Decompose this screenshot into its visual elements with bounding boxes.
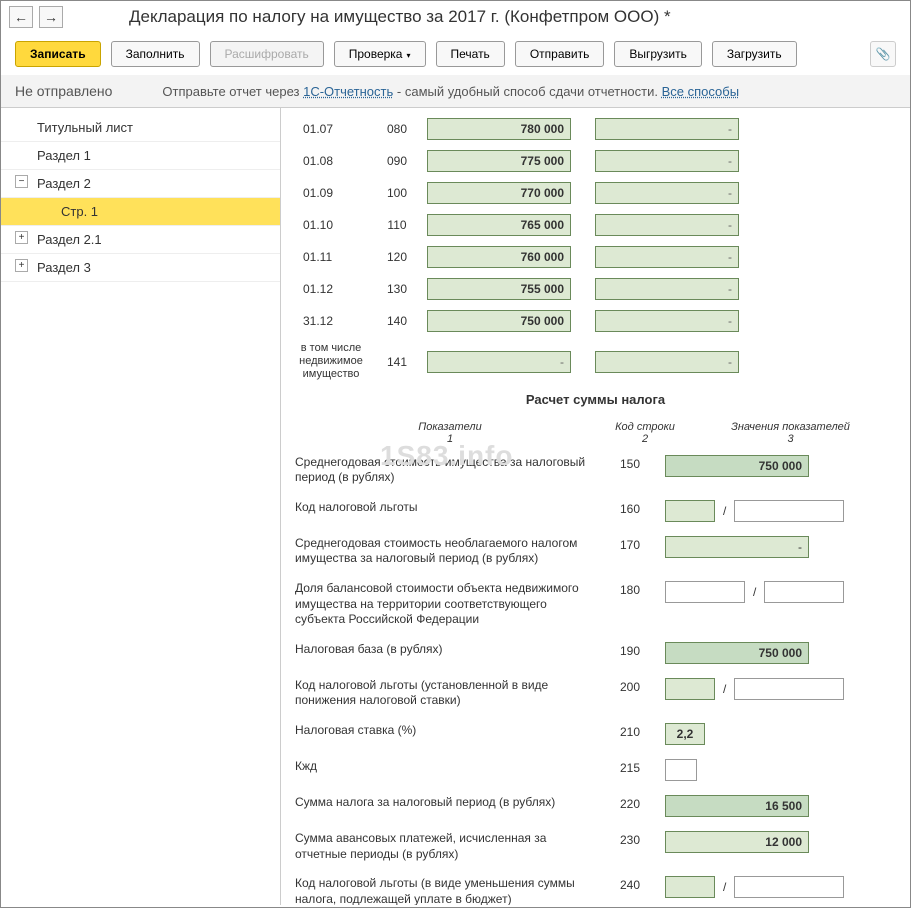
export-button[interactable]: Выгрузить <box>614 41 702 67</box>
label-141: в том числе недвижимое имущество <box>295 342 367 382</box>
field-150[interactable]: 750 000 <box>665 455 809 477</box>
row-160: Код налоговой льготы160/ <box>295 500 896 522</box>
val-140[interactable]: 750 000 <box>427 310 571 332</box>
status-hint: Отправьте отчет через 1С-Отчетность - са… <box>162 84 739 99</box>
column-headers: Показатели 1 Код строки 2 Значения показ… <box>295 421 896 445</box>
field-200a[interactable] <box>665 678 715 700</box>
field-190[interactable]: 750 000 <box>665 642 809 664</box>
section-heading: Расчет суммы налога <box>295 392 896 407</box>
field-180a[interactable] <box>665 581 745 603</box>
print-button[interactable]: Печать <box>436 41 505 67</box>
field-180b[interactable] <box>764 581 844 603</box>
val2-140[interactable] <box>595 310 739 332</box>
field-220[interactable]: 16 500 <box>665 795 809 817</box>
tree-section-3[interactable]: +Раздел 3 <box>1 254 280 282</box>
val-100[interactable]: 770 000 <box>427 182 571 204</box>
row-150: Среднегодовая стоимость имущества за нал… <box>295 455 896 486</box>
row-215: Кжд215 <box>295 759 896 781</box>
field-170[interactable]: - <box>665 536 809 558</box>
val2-130[interactable] <box>595 278 739 300</box>
val-080[interactable]: 780 000 <box>427 118 571 140</box>
status-bar: Не отправлено Отправьте отчет через 1С-О… <box>1 75 910 107</box>
link-all-methods[interactable]: Все способы <box>662 84 739 99</box>
check-button[interactable]: Проверка▾ <box>334 41 426 67</box>
field-215[interactable] <box>665 759 697 781</box>
row-170: Среднегодовая стоимость необлагаемого на… <box>295 536 896 567</box>
fill-button[interactable]: Заполнить <box>111 41 200 67</box>
collapse-icon[interactable]: − <box>15 175 28 188</box>
val2-110[interactable] <box>595 214 739 236</box>
field-210[interactable]: 2,2 <box>665 723 705 745</box>
toolbar: Записать Заполнить Расшифровать Проверка… <box>1 33 910 75</box>
row-190: Налоговая база (в рублях)190750 000 <box>295 642 896 664</box>
paperclip-icon: 📎 <box>876 47 891 61</box>
nav-forward-button[interactable]: → <box>39 6 63 28</box>
top-nav: ← → Декларация по налогу на имущество за… <box>1 1 910 33</box>
tree-section-2[interactable]: −Раздел 2 <box>1 170 280 198</box>
expand-icon[interactable]: + <box>15 259 28 272</box>
tree-section-2-page-1[interactable]: Стр. 1 <box>1 198 280 226</box>
val2-090[interactable] <box>595 150 739 172</box>
expand-icon[interactable]: + <box>15 231 28 244</box>
import-button[interactable]: Загрузить <box>712 41 797 67</box>
field-160b[interactable] <box>734 500 844 522</box>
field-240a[interactable] <box>665 876 715 898</box>
window-title: Декларация по налогу на имущество за 201… <box>129 7 902 27</box>
nav-back-button[interactable]: ← <box>9 6 33 28</box>
send-status: Не отправлено <box>15 83 112 99</box>
val-120[interactable]: 760 000 <box>427 246 571 268</box>
val-141[interactable] <box>427 351 571 373</box>
decode-button: Расшифровать <box>210 41 324 67</box>
chevron-down-icon: ▾ <box>406 51 410 60</box>
val2-100[interactable] <box>595 182 739 204</box>
row-180: Доля балансовой стоимости объекта недвиж… <box>295 581 896 628</box>
field-230[interactable]: 12 000 <box>665 831 809 853</box>
tree-section-1[interactable]: Раздел 1 <box>1 142 280 170</box>
val-130[interactable]: 755 000 <box>427 278 571 300</box>
tree-section-2-1[interactable]: +Раздел 2.1 <box>1 226 280 254</box>
sections-tree: Титульный лист Раздел 1 −Раздел 2 Стр. 1… <box>1 107 281 905</box>
row-200: Код налоговой льготы (установленной в ви… <box>295 678 896 709</box>
val2-120[interactable] <box>595 246 739 268</box>
row-230: Сумма авансовых платежей, исчисленная за… <box>295 831 896 862</box>
attach-button[interactable]: 📎 <box>870 41 896 67</box>
link-1c-otchetnost[interactable]: 1С-Отчетность <box>303 84 393 99</box>
send-button[interactable]: Отправить <box>515 41 605 67</box>
monthly-grid: 01.07080780 000 01.08090775 000 01.09100… <box>295 118 896 382</box>
main-area: Титульный лист Раздел 1 −Раздел 2 Стр. 1… <box>1 107 910 905</box>
row-240: Код налоговой льготы (в виде уменьшения … <box>295 876 896 905</box>
field-160a[interactable] <box>665 500 715 522</box>
val2-141[interactable] <box>595 351 739 373</box>
save-button[interactable]: Записать <box>15 41 101 67</box>
row-210: Налоговая ставка (%)2102,2 <box>295 723 896 745</box>
row-220: Сумма налога за налоговый период (в рубл… <box>295 795 896 817</box>
tree-title-page[interactable]: Титульный лист <box>1 114 280 142</box>
val2-080[interactable] <box>595 118 739 140</box>
field-240b[interactable] <box>734 876 844 898</box>
field-200b[interactable] <box>734 678 844 700</box>
form-content: 01.07080780 000 01.08090775 000 01.09100… <box>281 107 910 905</box>
val-090[interactable]: 775 000 <box>427 150 571 172</box>
val-110[interactable]: 765 000 <box>427 214 571 236</box>
